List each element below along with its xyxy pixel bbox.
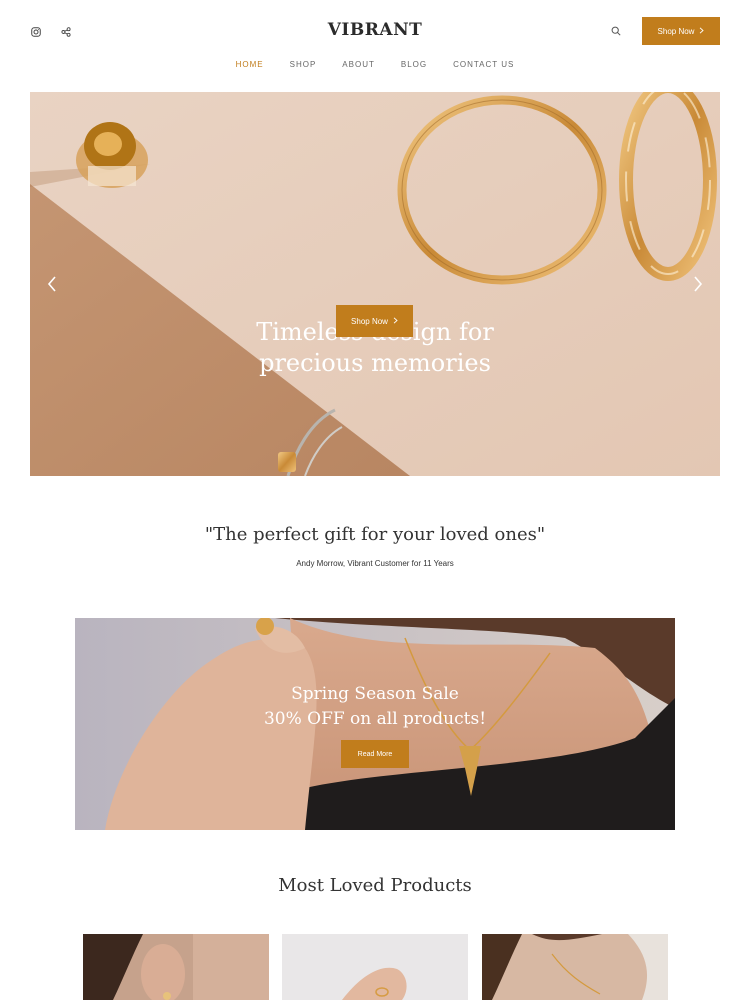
testimonial-quote: "The perfect gift for your loved ones"	[204, 524, 546, 545]
sale-title-line1: Spring Season Sale	[291, 684, 459, 704]
site-header: VIBRANT Shop Now HOME SHOP ABOUT BLOG CO…	[0, 0, 750, 90]
nav-contact-us[interactable]: CONTACT US	[453, 60, 514, 69]
product-card[interactable]	[482, 934, 668, 1000]
site-logo[interactable]: VIBRANT	[0, 20, 750, 40]
main-nav: HOME SHOP ABOUT BLOG CONTACT US	[0, 60, 750, 69]
read-more-button[interactable]: Read More	[341, 740, 409, 768]
nav-about[interactable]: ABOUT	[342, 60, 375, 69]
necklace-product-photo	[482, 934, 668, 1000]
hero-jewelry-photo	[30, 92, 720, 476]
earring-product-photo	[83, 934, 269, 1000]
chevron-left-icon[interactable]	[44, 275, 60, 293]
testimonial-author: Andy Morrow, Vibrant Customer for 11 Yea…	[296, 559, 454, 568]
hero-slider: Timeless design for precious memories Sh…	[30, 92, 720, 476]
search-icon[interactable]	[608, 23, 624, 39]
header-cta-label: Shop Now	[657, 26, 695, 36]
nav-shop[interactable]: SHOP	[290, 60, 317, 69]
sale-banner: Spring Season Sale 30% OFF on all produc…	[75, 618, 675, 830]
sale-title: Spring Season Sale 30% OFF on all produc…	[75, 682, 675, 732]
sale-title-line2: 30% OFF on all products!	[263, 709, 487, 729]
product-card[interactable]	[83, 934, 269, 1000]
ring-product-photo	[282, 934, 468, 1000]
chevron-right-icon	[393, 316, 398, 326]
nav-home[interactable]: HOME	[236, 60, 264, 69]
chevron-right-icon	[699, 26, 705, 36]
hero-shop-now-button[interactable]: Shop Now	[336, 305, 413, 337]
chevron-right-icon[interactable]	[690, 275, 706, 293]
header-shop-now-button[interactable]: Shop Now	[642, 17, 720, 45]
product-card[interactable]	[282, 934, 468, 1000]
nav-blog[interactable]: BLOG	[401, 60, 427, 69]
products-section-title: Most Loved Products	[278, 875, 472, 896]
hero-cta-label: Shop Now	[351, 316, 388, 326]
